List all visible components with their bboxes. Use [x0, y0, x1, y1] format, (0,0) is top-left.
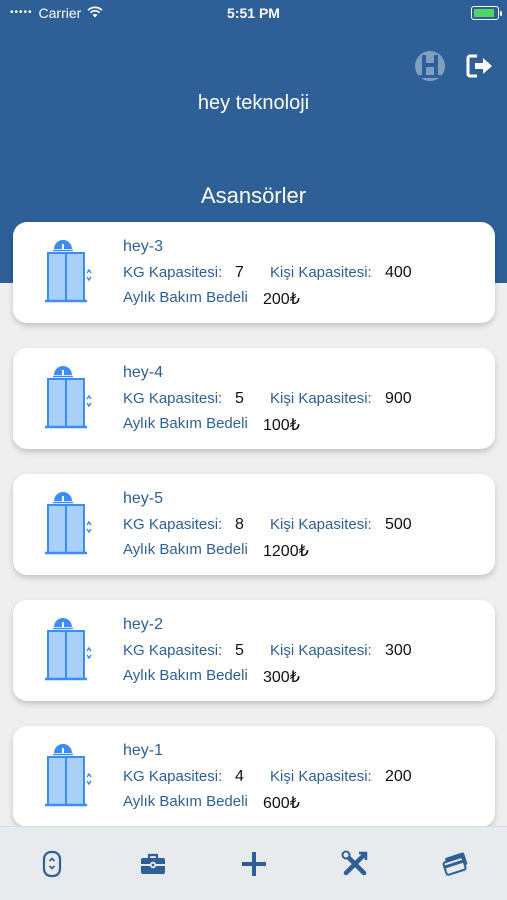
elevator-card[interactable]: hey-2 KG Kapasitesi: 5 Kişi Kapasitesi: … — [13, 600, 495, 701]
elevator-icon — [43, 239, 95, 305]
bakim-label: Aylık Bakım Bedeli — [123, 793, 248, 810]
kisi-value: 900 — [385, 390, 412, 407]
elevator-card[interactable]: hey-1 KG Kapasitesi: 4 Kişi Kapasitesi: … — [13, 726, 495, 827]
kisi-value: 400 — [385, 264, 412, 281]
remote-icon[interactable] — [35, 847, 69, 881]
elevator-name: hey-2 — [123, 616, 164, 633]
kisi-label: Kişi Kapasitesi: — [270, 768, 372, 785]
kg-label: KG Kapasitesi: — [123, 516, 223, 533]
kg-value: 8 — [235, 516, 244, 533]
kisi-value: 200 — [385, 768, 412, 785]
kg-label: KG Kapasitesi: — [123, 642, 223, 659]
status-bar: ••••• Carrier 5:51 PM — [0, 0, 507, 28]
bakim-value: 1200₺ — [263, 543, 309, 560]
company-name: hey teknoloji — [197, 92, 310, 114]
bakim-value: 100₺ — [263, 417, 300, 434]
battery-icon — [471, 6, 502, 20]
elevator-icon — [43, 365, 95, 431]
kisi-value: 300 — [385, 642, 412, 659]
kg-value: 4 — [235, 768, 244, 785]
tools-icon[interactable] — [338, 847, 372, 881]
bakim-value: 300₺ — [263, 669, 300, 686]
elevator-name: hey-4 — [123, 364, 164, 381]
elevator-icon — [43, 491, 95, 557]
elevator-name: hey-1 — [123, 742, 164, 759]
kisi-value: 500 — [385, 516, 412, 533]
elevator-name: hey-3 — [123, 238, 164, 255]
bakim-label: Aylık Bakım Bedeli — [123, 415, 248, 432]
kisi-label: Kişi Kapasitesi: — [270, 264, 372, 281]
kg-value: 5 — [235, 390, 244, 407]
kisi-label: Kişi Kapasitesi: — [270, 390, 372, 407]
plus-icon[interactable] — [237, 847, 271, 881]
bakim-label: Aylık Bakım Bedeli — [123, 289, 248, 306]
toolbox-icon[interactable] — [136, 847, 170, 881]
bakim-value: 200₺ — [263, 291, 300, 308]
elevator-logo-icon[interactable] — [412, 48, 448, 84]
bakim-value: 600₺ — [263, 795, 300, 812]
elevator-list: hey-3 KG Kapasitesi: 7 Kişi Kapasitesi: … — [13, 222, 495, 852]
logout-icon[interactable] — [462, 48, 498, 84]
elevator-card[interactable]: hey-4 KG Kapasitesi: 5 Kişi Kapasitesi: … — [13, 348, 495, 449]
bakim-label: Aylık Bakım Bedeli — [123, 667, 248, 684]
page-title: Asansörler — [200, 183, 307, 208]
elevator-icon — [43, 743, 95, 809]
kisi-label: Kişi Kapasitesi: — [270, 516, 372, 533]
kg-value: 5 — [235, 642, 244, 659]
kg-label: KG Kapasitesi: — [123, 768, 223, 785]
elevator-card[interactable]: hey-3 KG Kapasitesi: 7 Kişi Kapasitesi: … — [13, 222, 495, 323]
bakim-label: Aylık Bakım Bedeli — [123, 541, 248, 558]
status-time: 5:51 PM — [227, 5, 280, 21]
kisi-label: Kişi Kapasitesi: — [270, 642, 372, 659]
elevator-card[interactable]: hey-5 KG Kapasitesi: 8 Kişi Kapasitesi: … — [13, 474, 495, 575]
kg-label: KG Kapasitesi: — [123, 390, 223, 407]
cards-icon[interactable] — [439, 847, 473, 881]
kg-label: KG Kapasitesi: — [123, 264, 223, 281]
tab-bar — [0, 826, 507, 900]
elevator-name: hey-5 — [123, 490, 164, 507]
elevator-icon — [43, 617, 95, 683]
kg-value: 7 — [235, 264, 244, 281]
